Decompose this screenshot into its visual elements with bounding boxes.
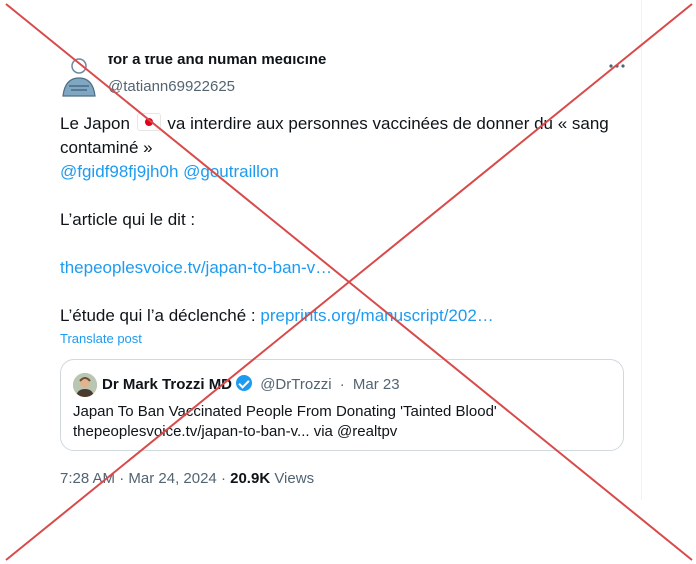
quoted-author-avatar[interactable]: [73, 373, 97, 397]
post-date[interactable]: Mar 24, 2024: [128, 470, 216, 487]
quoted-post-line-2: thepeoplesvoice.tv/japan-to-ban-v... via…: [73, 423, 398, 440]
study-link[interactable]: preprints.org/manuscript/202…: [260, 306, 493, 325]
views-label: Views: [274, 470, 315, 487]
post-timestamp: 7:28 AM · Mar 24, 2024 · 20.9K Views: [60, 470, 315, 487]
author-handle[interactable]: @tatiann69922625: [108, 78, 235, 95]
author-avatar[interactable]: [61, 56, 97, 98]
timeline-border: [641, 0, 642, 500]
more-options-icon[interactable]: [608, 62, 626, 70]
mention-link-2[interactable]: @goutraillon: [183, 162, 279, 181]
post-line-2: contaminé »: [60, 138, 153, 157]
quoted-author-name[interactable]: Dr Mark Trozzi MD: [102, 376, 232, 393]
verified-badge-icon: [236, 375, 253, 391]
post-text: Le Japon va interdire aux personnes vacc…: [60, 112, 620, 328]
post-line-1: Le Japon va interdire aux personnes vacc…: [60, 113, 609, 133]
quoted-post-line-1: Japan To Ban Vaccinated People From Dona…: [73, 403, 497, 420]
quoted-post-date[interactable]: Mar 23: [353, 376, 400, 393]
quoted-author-handle[interactable]: @DrTrozzi: [260, 376, 331, 393]
mention-link-1[interactable]: @fgidf98fj9jh0h: [60, 162, 178, 181]
translate-post-link[interactable]: Translate post: [60, 331, 142, 346]
post-time[interactable]: 7:28 AM: [60, 470, 115, 487]
post-mentions: @fgidf98fj9jh0h @goutraillon: [60, 160, 620, 184]
quoted-author-line: Dr Mark Trozzi MD @DrTrozzi · Mar 23: [102, 375, 400, 393]
study-line: L’étude qui l’a déclenché : preprints.or…: [60, 306, 494, 325]
article-label: L’article qui le dit :: [60, 210, 196, 229]
article-link[interactable]: thepeoplesvoice.tv/japan-to-ban-v…: [60, 256, 620, 280]
quoted-post-card[interactable]: Dr Mark Trozzi MD @DrTrozzi · Mar 23 Jap…: [60, 359, 624, 451]
views-count: 20.9K: [230, 470, 271, 487]
quoted-post-text: Japan To Ban Vaccinated People From Dona…: [73, 402, 613, 442]
author-display-name[interactable]: for a true and human medicine: [108, 56, 326, 72]
japan-flag-icon: [136, 113, 161, 131]
